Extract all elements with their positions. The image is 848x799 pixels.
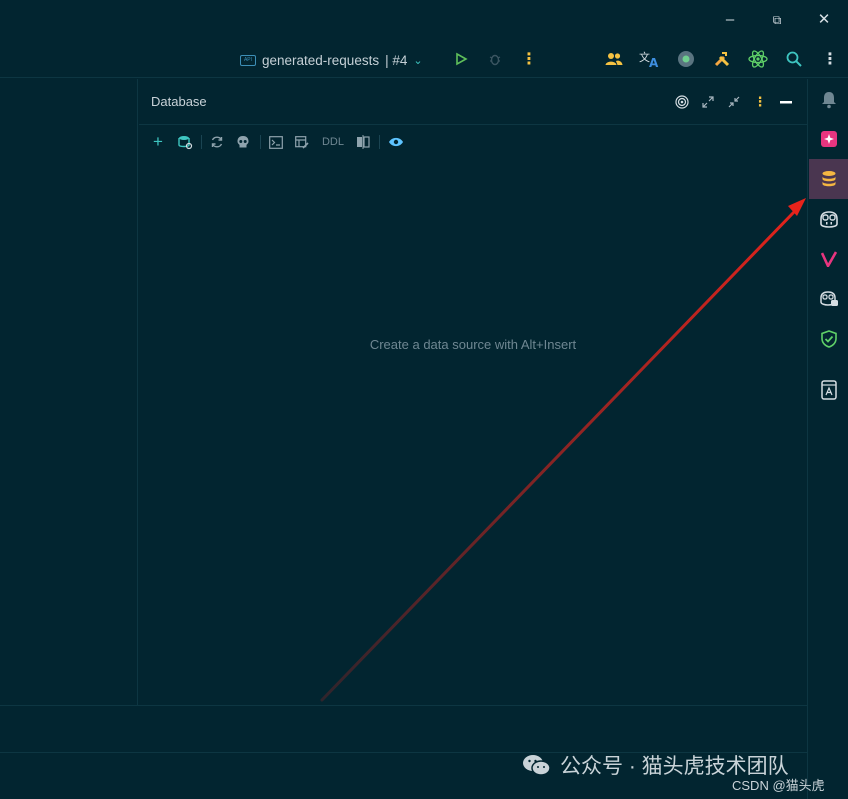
target-icon[interactable] [673,93,691,111]
database-toolbar: + DDL [139,129,807,155]
record-icon[interactable] [675,48,697,70]
run-button[interactable] [450,48,472,70]
tools-icon[interactable] [711,48,733,70]
http-file-icon: API [240,54,256,66]
search-icon[interactable] [783,48,805,70]
debug-button[interactable] [484,48,506,70]
expand-icon[interactable] [699,93,717,111]
run-configuration-selector[interactable]: API generated-requests | #4 ⌄ [240,50,423,70]
code-with-me-icon[interactable] [603,48,625,70]
toolbar-divider [379,135,380,149]
empty-state-message: Create a data source with Alt+Insert [369,337,577,352]
database-tool-window: Database ⋮ + DDL Create a data source wi… [139,79,807,705]
database-title: Database [151,94,207,109]
skull-icon[interactable] [234,133,252,151]
run-config-suffix: | #4 [385,52,408,68]
ai-assistant-icon[interactable] [809,119,848,159]
minimize-button[interactable]: – [718,8,742,32]
toolbar-divider [201,135,202,149]
toolbar-divider [260,135,261,149]
play-icon [456,52,468,66]
ddl-button[interactable]: DDL [319,133,347,151]
documentation-icon[interactable] [809,370,848,410]
chevron-down-icon: ⌄ [413,54,423,67]
compare-icon[interactable] [354,133,372,151]
collapse-icon[interactable] [725,93,743,111]
refresh-icon[interactable] [208,133,226,151]
bug-icon [489,54,501,66]
more-actions-icon[interactable]: ⋮ [518,48,540,70]
copilot-chat-icon[interactable] [809,279,848,319]
project-panel [0,79,138,705]
right-tool-strip [807,79,848,799]
status-divider [0,705,807,706]
security-shield-icon[interactable] [809,319,848,359]
wechat-logo-icon [522,754,552,776]
data-source-properties-icon[interactable] [176,133,194,151]
options-menu-icon[interactable]: ⋮ [751,93,769,111]
settings-menu-icon[interactable]: ⋮ [819,48,841,70]
hide-panel-button[interactable] [777,93,795,111]
svg-text:A: A [649,56,659,68]
notifications-bell-icon[interactable] [809,80,848,120]
atom-icon[interactable] [747,48,769,70]
eye-icon[interactable] [387,133,405,151]
title-bar: – ⧉ ✕ [0,0,848,40]
console-icon[interactable] [267,133,285,151]
restore-button[interactable]: ⧉ [765,8,789,32]
run-config-name: generated-requests [262,52,380,68]
close-button[interactable]: ✕ [812,8,836,32]
copilot-icon[interactable] [809,199,848,239]
table-edit-icon[interactable] [293,133,311,151]
translate-icon[interactable]: 文A [639,48,661,70]
credit-text: CSDN @猫头虎 [732,778,825,793]
vue-icon[interactable] [809,239,848,279]
add-icon[interactable]: + [149,132,167,151]
main-toolbar: API generated-requests | #4 ⌄ ⋮ 文A ⋮ [0,40,848,78]
database-header: Database ⋮ [139,79,807,125]
database-tool-icon[interactable] [809,159,848,199]
